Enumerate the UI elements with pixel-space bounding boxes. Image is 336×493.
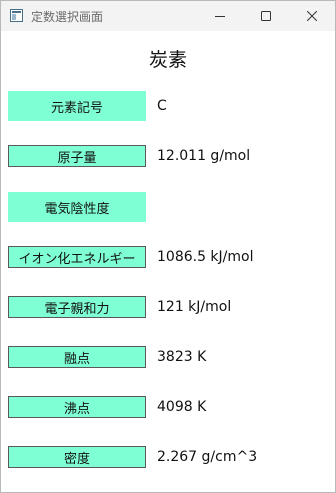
minimize-icon bbox=[215, 16, 225, 17]
label-ionization-energy[interactable]: イオン化エネルギー bbox=[8, 246, 146, 268]
label-boiling-point[interactable]: 沸点 bbox=[8, 396, 146, 418]
row-symbol: 元素記号 C bbox=[1, 91, 335, 121]
label-electron-affinity[interactable]: 電子親和力 bbox=[8, 296, 146, 318]
element-name-heading: 炭素 bbox=[148, 49, 187, 71]
label-density[interactable]: 密度 bbox=[8, 446, 146, 468]
value-density: 2.267 g/cm^3 bbox=[157, 449, 258, 465]
row-boiling-point: 沸点 4098 K bbox=[1, 392, 335, 422]
content-area: 炭素 元素記号 C 原子量 12.011 g/mol 電気陰性度 イオン化エネル… bbox=[1, 31, 335, 492]
title-bar[interactable]: 定数選択画面 bbox=[1, 1, 335, 31]
minimize-button[interactable] bbox=[197, 1, 243, 31]
value-atomic-weight: 12.011 g/mol bbox=[157, 148, 251, 164]
row-melting-point: 融点 3823 K bbox=[1, 342, 335, 372]
row-ionization-energy: イオン化エネルギー 1086.5 kJ/mol bbox=[1, 242, 335, 272]
value-electron-affinity: 121 kJ/mol bbox=[157, 299, 232, 315]
row-electron-affinity: 電子親和力 121 kJ/mol bbox=[1, 292, 335, 322]
maximize-button[interactable] bbox=[243, 1, 289, 31]
value-symbol: C bbox=[157, 98, 167, 114]
app-window-icon bbox=[10, 9, 23, 22]
close-icon bbox=[307, 11, 317, 21]
row-atomic-weight: 原子量 12.011 g/mol bbox=[1, 141, 335, 171]
value-melting-point: 3823 K bbox=[157, 349, 207, 365]
label-electronegativity[interactable]: 電気陰性度 bbox=[8, 192, 146, 222]
row-density: 密度 2.267 g/cm^3 bbox=[1, 442, 335, 472]
window-title: 定数選択画面 bbox=[31, 10, 104, 24]
label-melting-point[interactable]: 融点 bbox=[8, 346, 146, 368]
row-electronegativity: 電気陰性度 bbox=[1, 192, 335, 222]
label-symbol[interactable]: 元素記号 bbox=[8, 91, 146, 121]
maximize-icon bbox=[261, 11, 271, 21]
value-boiling-point: 4098 K bbox=[157, 399, 207, 415]
value-ionization-energy: 1086.5 kJ/mol bbox=[157, 249, 254, 265]
label-atomic-weight[interactable]: 原子量 bbox=[8, 145, 146, 167]
close-button[interactable] bbox=[289, 1, 335, 31]
app-window: 定数選択画面 炭素 元素記号 C 原子量 12.011 g/mol 電気陰性度 … bbox=[0, 0, 336, 493]
